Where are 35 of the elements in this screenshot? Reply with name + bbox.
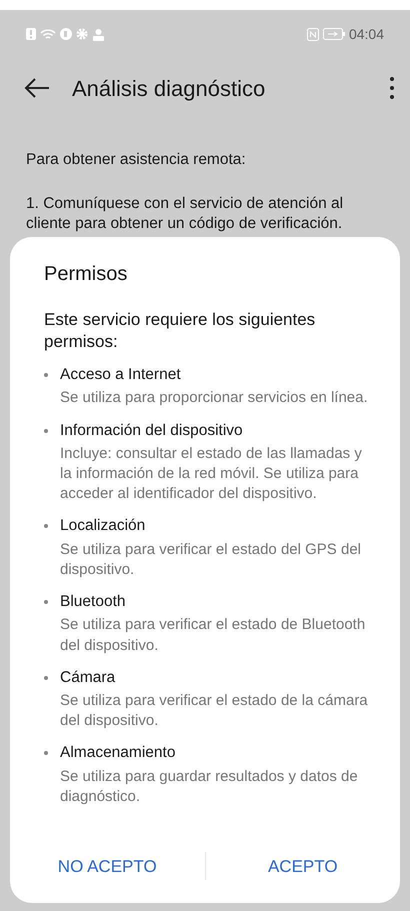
decline-button[interactable]: NO ACEPTO xyxy=(10,848,204,885)
accept-button[interactable]: ACEPTO xyxy=(206,848,400,885)
bullet-icon xyxy=(44,373,48,378)
wifi-icon xyxy=(40,28,56,40)
page-title: Análisis diagnóstico xyxy=(72,74,266,103)
permission-description: Se utiliza para guardar resultados y datos de diagnóstico. xyxy=(60,766,359,807)
app-icon xyxy=(60,28,72,40)
bullet-icon xyxy=(44,524,48,528)
notification-icon xyxy=(26,28,36,40)
permission-description: Se utiliza para verificar el estado de Bluetooth del dispositivo. xyxy=(60,615,366,656)
clock: 04:04 xyxy=(348,24,384,44)
gear-icon xyxy=(76,28,88,40)
dialog-title: Permisos xyxy=(44,262,128,287)
more-options-icon[interactable] xyxy=(390,77,394,99)
permission-description: Se utiliza para verificar el estado de la cámara del dispositivo. xyxy=(60,690,369,732)
dialog-message: Este servicio requiere los siguientes permisos: xyxy=(44,309,316,354)
bullet-icon xyxy=(44,676,48,680)
instruction-text: 1. Comuníquese con el servicio de atención al cliente para obtener un código de verificación. xyxy=(26,194,344,234)
permission-description: Se utiliza para verificar el estado del GPS del dispositivo. xyxy=(60,540,362,580)
permission-description: Incluye: consultar el estado de las llamadas y la información de la red móvil. Se utiliza para acceder al identificador del dispositivo. xyxy=(60,444,363,504)
permission-name: Bluetooth xyxy=(60,592,126,612)
bullet-icon xyxy=(44,600,48,604)
permission-name: Acceso a Internet xyxy=(60,365,182,386)
person-icon xyxy=(92,28,105,40)
permission-name: Cámara xyxy=(60,668,116,688)
permission-name: Información del dispositivo xyxy=(60,420,244,441)
back-icon[interactable] xyxy=(24,78,50,98)
instruction-text: Para obtener asistencia remota: xyxy=(26,150,247,170)
permission-name: Localización xyxy=(60,516,146,536)
bullet-icon xyxy=(44,751,48,756)
battery-icon xyxy=(322,28,345,40)
nfc-icon xyxy=(306,28,319,40)
permission-name: Almacenamiento xyxy=(60,743,176,764)
bullet-icon xyxy=(44,428,48,433)
permission-description: Se utiliza para proporcionar servicios en línea. xyxy=(60,388,368,408)
